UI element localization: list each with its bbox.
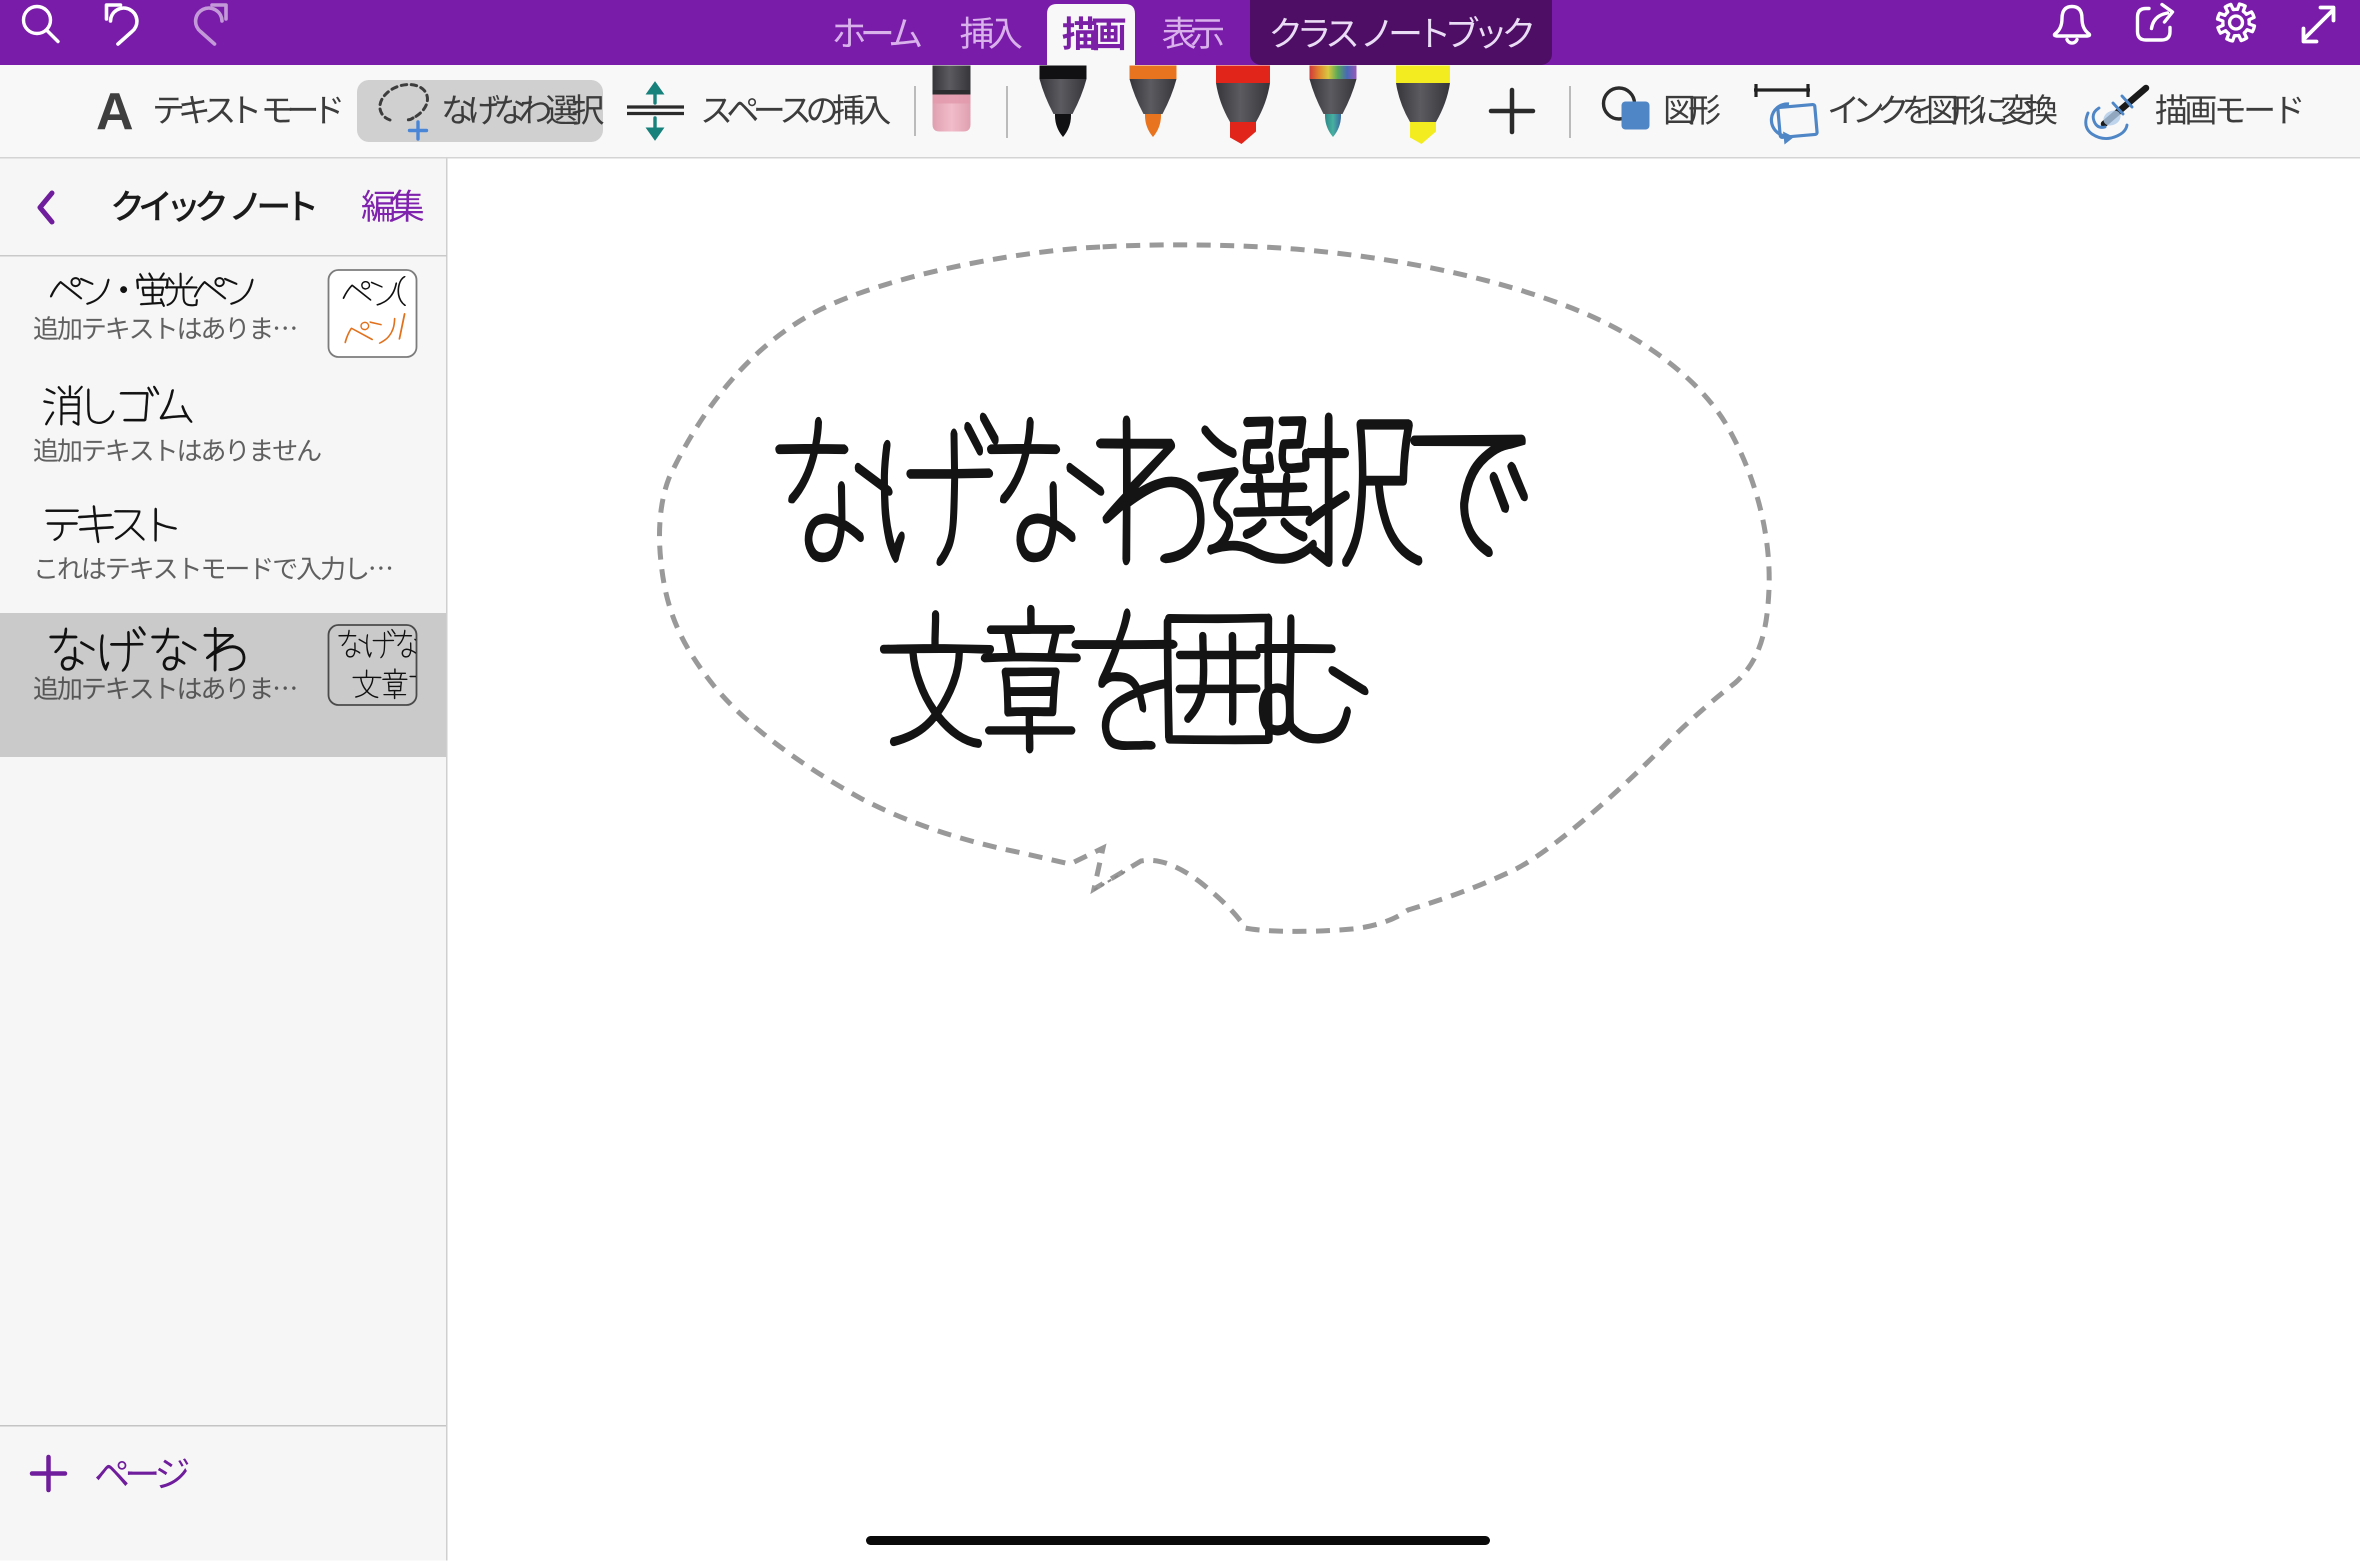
svg-text:A: A	[96, 83, 134, 141]
